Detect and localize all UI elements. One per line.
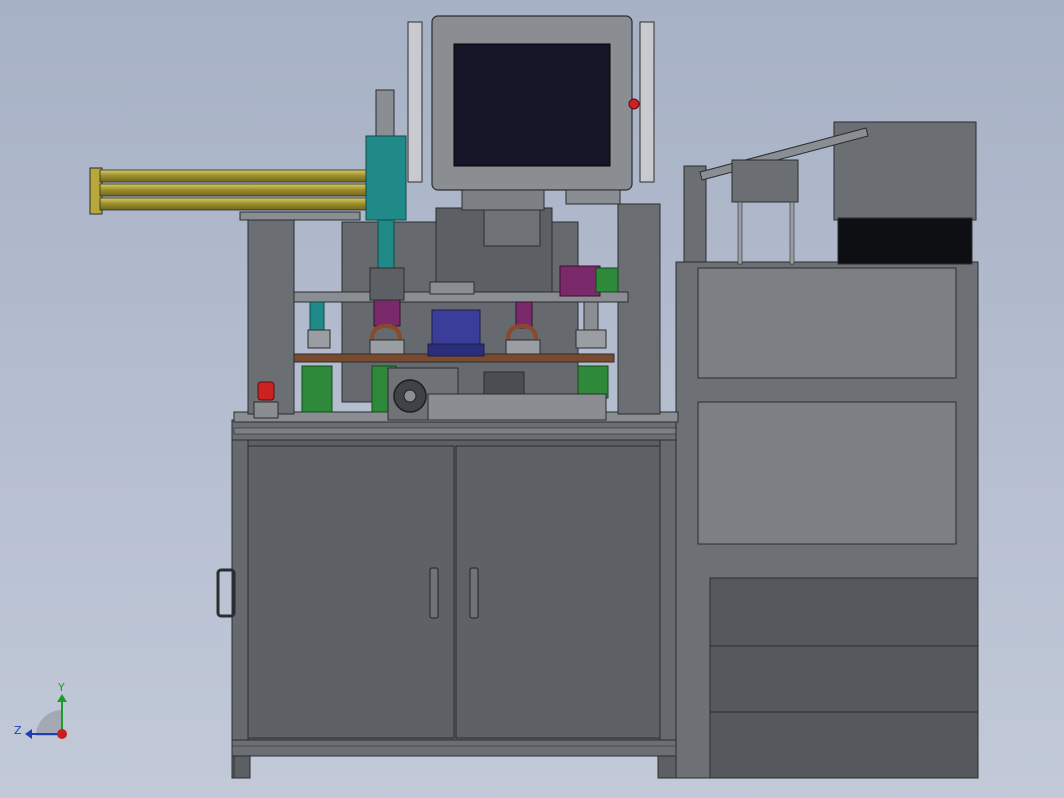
- machine-drawing: Y Z: [14, 15, 979, 779]
- emergency-stop-button[interactable]: [257, 381, 275, 401]
- hmi-indicator-light: [628, 98, 640, 110]
- door-handle-left[interactable]: [429, 567, 439, 619]
- cad-viewport: Y Z: [0, 0, 1064, 798]
- foot-right: [657, 755, 677, 779]
- door-handle-right[interactable]: [469, 567, 479, 619]
- gearbox: [427, 393, 607, 421]
- drawer-1[interactable]: [709, 577, 979, 647]
- hmi-panel: [407, 15, 655, 211]
- right-frame: [675, 121, 979, 779]
- cabinet: [216, 419, 679, 779]
- cabinet-door-right[interactable]: [455, 445, 661, 739]
- frame-opening-top: [697, 267, 957, 379]
- station-1: [307, 301, 331, 349]
- feed-track-support: [731, 159, 799, 203]
- horizontal-cylinder: [89, 167, 371, 221]
- y-axis-label: Y: [57, 681, 65, 694]
- drawer-2[interactable]: [709, 645, 979, 713]
- vertical-actuator: [365, 89, 407, 301]
- frame-opening-middle: [697, 401, 957, 545]
- feeder-base: [837, 217, 973, 265]
- orientation-triad: Y Z: [14, 681, 67, 739]
- green-cylinder-right: [577, 365, 609, 399]
- hmi-screen[interactable]: [453, 43, 611, 167]
- green-cylinder-left: [301, 365, 333, 413]
- cabinet-door-left[interactable]: [247, 445, 455, 739]
- z-axis-label: Z: [14, 724, 22, 737]
- foot-left: [233, 755, 251, 779]
- drawer-3[interactable]: [709, 711, 979, 779]
- upper-machine: [233, 195, 679, 423]
